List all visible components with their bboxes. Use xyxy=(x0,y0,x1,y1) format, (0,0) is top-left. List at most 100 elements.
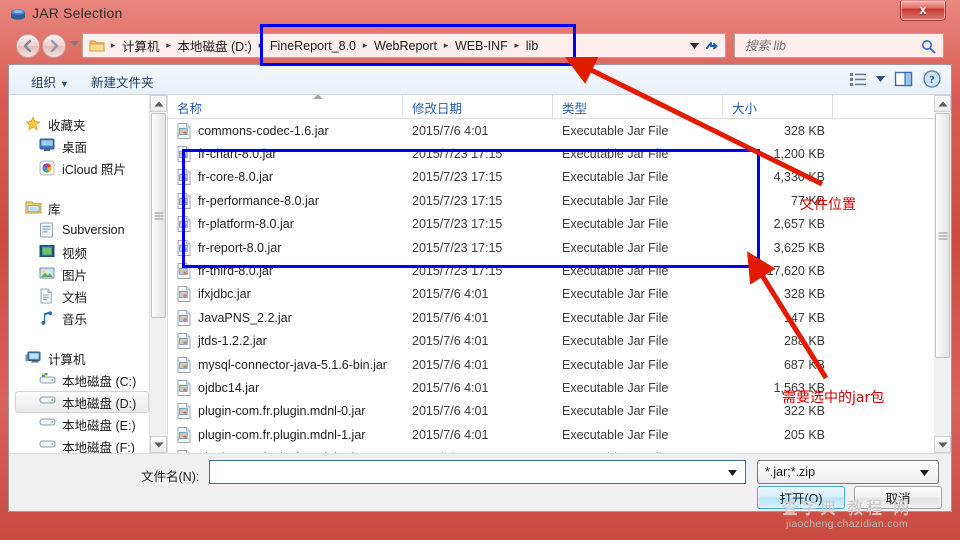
jar-file-icon xyxy=(177,216,191,233)
forward-button[interactable] xyxy=(42,34,66,58)
sidebar-item-drive-f[interactable]: 本地磁盘 (F:) xyxy=(9,435,167,453)
nav-header-computer[interactable]: 计算机 xyxy=(9,347,167,369)
table-row[interactable]: fr-third-8.0.jar 2015/7/23 17:15 Executabl… xyxy=(168,259,951,282)
chevron-down-icon[interactable] xyxy=(690,42,699,49)
computer-icon xyxy=(25,350,43,366)
nav-label: 本地磁盘 (C:) xyxy=(62,374,137,389)
sidebar-item-drive-d[interactable]: 本地磁盘 (D:) xyxy=(15,391,149,413)
scroll-down-button[interactable] xyxy=(934,436,951,453)
filename-combobox[interactable] xyxy=(209,460,746,484)
column-header-name[interactable]: 名称 xyxy=(168,95,403,119)
chevron-down-icon[interactable] xyxy=(920,470,929,476)
breadcrumb-item-0[interactable]: 计算机 xyxy=(119,36,163,55)
column-header-size[interactable]: 大小 xyxy=(723,95,833,119)
annotation-label-required-jars: 需要选中的jar包 xyxy=(782,390,885,406)
file-date-cell: 2015/7/23 17:15 xyxy=(412,264,503,279)
nav-header-favorites[interactable]: 收藏夹 xyxy=(9,113,167,135)
sidebar-item-subversion[interactable]: Subversion xyxy=(9,219,167,241)
breadcrumb-separator: ▸ xyxy=(166,40,171,50)
file-date-cell: 2015/7/6 4:01 xyxy=(412,357,489,372)
nav-label: Subversion xyxy=(62,223,125,237)
breadcrumb-item-3[interactable]: WebReport xyxy=(371,39,440,53)
sidebar-item-music[interactable]: 音乐 xyxy=(9,307,167,329)
sidebar-item-videos[interactable]: 视频 xyxy=(9,241,167,263)
breadcrumb-item-2[interactable]: FineReport_8.0 xyxy=(267,39,359,53)
file-size-cell: 147 KB xyxy=(783,310,825,325)
sidebar-item-pictures[interactable]: 图片 xyxy=(9,263,167,285)
table-row[interactable]: JavaPNS_2.2.jar 2015/7/6 4:01 Executable J… xyxy=(168,306,951,329)
cancel-button[interactable]: 取消 xyxy=(854,486,942,509)
organize-button[interactable]: 组织 ▼ xyxy=(31,72,69,91)
file-date-cell: 2015/7/23 17:15 xyxy=(412,217,503,232)
back-button[interactable] xyxy=(16,34,40,58)
file-name-cell: fr-platform-8.0.jar xyxy=(168,216,403,233)
sidebar-item-drive-c[interactable]: 本地磁盘 (C:) xyxy=(9,369,167,391)
nav-group-favorites: 收藏夹 桌面 iCloud 照片 xyxy=(9,113,167,179)
sidebar-item-drive-e[interactable]: 本地磁盘 (E:) xyxy=(9,413,167,435)
file-type-cell: Executable Jar File xyxy=(562,380,669,395)
navpane-scrollbar[interactable] xyxy=(149,95,167,453)
annotation-label-file-location: 文件位置 xyxy=(800,197,856,213)
scrollbar-thumb[interactable] xyxy=(935,113,950,358)
sidebar-item-documents[interactable]: 文档 xyxy=(9,285,167,307)
file-type-cell: Executable Jar File xyxy=(562,404,669,419)
breadcrumb-item-5[interactable]: lib xyxy=(523,39,542,53)
file-name: mysql-connector-java-5.1.6-bin.jar xyxy=(198,357,387,372)
close-icon: x xyxy=(919,2,927,17)
table-row[interactable]: fr-platform-8.0.jar 2015/7/23 17:15 Execut… xyxy=(168,213,951,236)
scrollbar-thumb[interactable] xyxy=(151,113,166,318)
view-mode-icon[interactable] xyxy=(849,70,867,88)
file-date-cell: 2015/7/6 4:01 xyxy=(412,310,489,325)
breadcrumb-item-1[interactable]: 本地磁盘 (D:) xyxy=(175,36,255,55)
breadcrumb-separator: ▸ xyxy=(110,40,116,50)
pictures-icon xyxy=(39,266,57,282)
open-button[interactable]: 打开(O) xyxy=(757,486,845,509)
table-row[interactable]: commons-codec-1.6.jar 2015/7/6 4:01 Execut… xyxy=(168,119,951,142)
search-box[interactable] xyxy=(734,33,944,58)
new-folder-button[interactable]: 新建文件夹 xyxy=(91,72,154,91)
chevron-down-icon[interactable] xyxy=(876,76,885,82)
nav-label: 本地磁盘 (D:) xyxy=(62,396,137,411)
breadcrumb-item-4[interactable]: WEB-INF xyxy=(452,39,511,53)
scroll-down-button[interactable] xyxy=(150,436,167,453)
help-icon[interactable]: ? xyxy=(923,70,941,88)
chevron-down-icon[interactable] xyxy=(728,470,737,476)
file-size-cell: 3,625 KB xyxy=(773,240,825,255)
table-row[interactable]: fr-core-8.0.jar 2015/7/23 17:15 Executable… xyxy=(168,166,951,189)
chevron-up-icon xyxy=(154,101,163,106)
search-input[interactable] xyxy=(743,37,913,54)
search-icon[interactable] xyxy=(921,39,936,54)
filelist-scrollbar[interactable] xyxy=(934,95,951,453)
file-type-filter-combobox[interactable]: *.jar;*.zip xyxy=(757,460,939,484)
scroll-up-button[interactable] xyxy=(150,95,167,112)
navigation-pane[interactable]: 收藏夹 桌面 iCloud 照片 库 Subversion 视频 图片 文档 音… xyxy=(9,95,167,453)
column-header-type[interactable]: 类型 xyxy=(553,95,723,119)
table-row[interactable]: plugin-com.fr.plugin.mdnl-1.jar 2015/7/6 … xyxy=(168,423,951,446)
column-header-date[interactable]: 修改日期 xyxy=(403,95,553,119)
navigation-bar: ▸ 计算机 ▸ 本地磁盘 (D:) ▸ FineReport_8.0 ▸ Web… xyxy=(8,30,952,62)
nav-header-libraries[interactable]: 库 xyxy=(9,197,167,219)
file-name-cell: JavaPNS_2.2.jar xyxy=(168,309,403,326)
explorer-toolbar: 组织 ▼ 新建文件夹 ? xyxy=(9,65,951,95)
breadcrumb[interactable]: ▸ 计算机 ▸ 本地磁盘 (D:) ▸ FineReport_8.0 ▸ Web… xyxy=(82,33,726,58)
filename-input[interactable] xyxy=(210,464,715,480)
file-name: JavaPNS_2.2.jar xyxy=(198,310,292,325)
table-row[interactable]: jtds-1.2.2.jar 2015/7/6 4:01 Executable Ja… xyxy=(168,330,951,353)
table-row[interactable]: fr-report-8.0.jar 2015/7/23 17:15 Executab… xyxy=(168,236,951,259)
sidebar-item-icloud-photos[interactable]: iCloud 照片 xyxy=(9,157,167,179)
close-button[interactable]: x xyxy=(900,1,946,21)
preview-pane-icon[interactable] xyxy=(894,70,913,88)
table-row[interactable]: fr-chart-8.0.jar 2015/7/23 17:15 Executabl… xyxy=(168,142,951,165)
file-name: ojdbc14.jar xyxy=(198,380,260,395)
file-name-cell: jtds-1.2.2.jar xyxy=(168,333,403,350)
sidebar-item-desktop[interactable]: 桌面 xyxy=(9,135,167,157)
file-type-cell: Executable Jar File xyxy=(562,170,669,185)
refresh-icon[interactable] xyxy=(705,39,721,53)
file-date-cell: 2015/7/23 17:15 xyxy=(412,170,503,185)
recent-pages-caret-icon[interactable] xyxy=(70,41,79,47)
file-name: fr-performance-8.0.jar xyxy=(198,193,319,208)
file-name: plugin-com.fr.plugin.mdnl-0.jar xyxy=(198,404,366,419)
table-row[interactable]: ifxjdbc.jar 2015/7/6 4:01 Executable Jar F… xyxy=(168,283,951,306)
scroll-up-button[interactable] xyxy=(934,95,951,112)
table-row[interactable]: mysql-connector-java-5.1.6-bin.jar 2015/7… xyxy=(168,353,951,376)
